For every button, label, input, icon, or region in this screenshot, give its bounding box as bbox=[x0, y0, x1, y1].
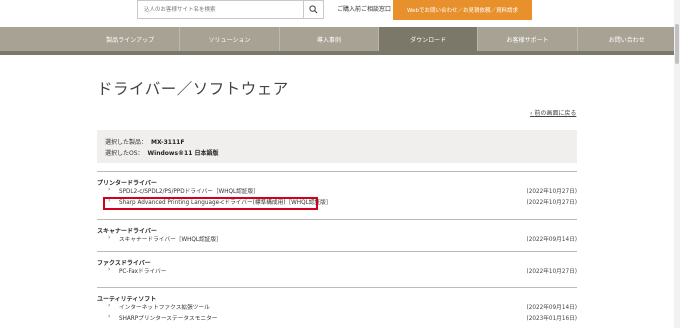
release-date: (2022年10月27日) bbox=[526, 269, 577, 275]
selected-os-value: Windows®11 日本語版 bbox=[147, 150, 219, 157]
nav-divider bbox=[0, 51, 680, 55]
selected-product-value: MX-3111F bbox=[151, 139, 185, 146]
search-button[interactable] bbox=[303, 1, 323, 18]
highlight-box bbox=[103, 197, 318, 210]
release-date: (2022年09月14日) bbox=[526, 305, 577, 311]
section-title: ユーティリティソフト bbox=[97, 287, 577, 303]
back-link[interactable]: ‹ 前の画面に戻る bbox=[530, 108, 576, 117]
nav-item-support[interactable]: お客様サポート bbox=[478, 27, 578, 51]
list-item[interactable]: › SHARPプリンターステータスモニター (2023年01月16日) bbox=[97, 312, 577, 323]
chevron-right-icon: › bbox=[108, 186, 111, 193]
nav-item-products[interactable]: 製品ラインアップ bbox=[81, 27, 181, 51]
inquiry-cta-button[interactable]: Webでお問い合わせ／お見積依頼／資料請求 bbox=[393, 0, 532, 20]
chevron-right-icon: › bbox=[108, 313, 111, 320]
chevron-right-icon: › bbox=[108, 234, 111, 241]
chevron-right-icon: › bbox=[108, 302, 111, 309]
back-link-label: 前の画面に戻る bbox=[534, 110, 577, 117]
search-input[interactable] bbox=[138, 1, 304, 18]
nav-left-strip bbox=[0, 27, 81, 51]
section-fax-drivers: ファクスドライバー › PC-Faxドライバー (2022年10月27日) bbox=[97, 251, 577, 276]
download-link[interactable]: SPDL2-c/SPDL2/PS/PPDドライバー［WHQL認証版］ bbox=[119, 186, 259, 195]
selected-os-row: 選択したOS： Windows®11 日本語版 bbox=[105, 148, 218, 157]
download-link[interactable]: インターネットファクス拡張ツール bbox=[119, 302, 210, 311]
search-icon bbox=[309, 5, 318, 14]
nav-item-case-studies[interactable]: 導入事例 bbox=[280, 27, 379, 51]
list-item[interactable]: › SPDL2-c/SPDL2/PS/PPDドライバー［WHQL認証版］ (20… bbox=[97, 185, 577, 196]
list-item[interactable]: › スキャナードライバー［WHQL認証版］ (2022年09月14日) bbox=[97, 233, 577, 244]
nav-item-download[interactable]: ダウンロード bbox=[378, 27, 479, 51]
list-item[interactable]: › PC-Faxドライバー (2022年10月27日) bbox=[97, 265, 577, 276]
main-nav: 製品ラインアップ ソリューション 導入事例 ダウンロード お客様サポート お問い… bbox=[81, 27, 676, 51]
download-link[interactable]: PC-Faxドライバー bbox=[119, 266, 166, 275]
section-scanner-drivers: スキャナードライバー › スキャナードライバー［WHQL認証版］ (2022年0… bbox=[97, 219, 577, 244]
purchase-consult-link[interactable]: ご購入前ご相談窓口 bbox=[337, 4, 391, 13]
selected-product-row: 選択した製品： MX-3111F bbox=[105, 137, 184, 146]
release-date: (2022年10月27日) bbox=[526, 189, 577, 195]
site-search bbox=[137, 0, 324, 19]
release-date: (2022年10月27日) bbox=[526, 200, 577, 206]
scroll-thumb[interactable] bbox=[675, 24, 679, 64]
list-item[interactable]: › インターネットファクス拡張ツール (2022年09月14日) bbox=[97, 301, 577, 312]
chevron-right-icon: › bbox=[108, 266, 111, 273]
download-link[interactable]: SHARPプリンターステータスモニター bbox=[119, 313, 218, 322]
section-title: ファクスドライバー bbox=[97, 251, 577, 267]
release-date: (2022年09月14日) bbox=[526, 237, 577, 243]
nav-item-solutions[interactable]: ソリューション bbox=[180, 27, 280, 51]
section-title: スキャナードライバー bbox=[97, 219, 577, 235]
page-title: ドライバー／ソフトウェア bbox=[97, 80, 289, 98]
top-bar: ご購入前ご相談窓口 Webでお問い合わせ／お見積依頼／資料請求 bbox=[0, 0, 680, 26]
release-date: (2023年01月16日) bbox=[526, 316, 577, 322]
page-scrollbar[interactable] bbox=[674, 0, 680, 328]
selected-product-box: 選択した製品： MX-3111F 選択したOS： Windows®11 日本語版 bbox=[97, 130, 577, 163]
selected-product-label: 選択した製品： bbox=[105, 139, 148, 146]
nav-item-contact[interactable]: お問い合わせ bbox=[578, 27, 676, 51]
section-utility-software: ユーティリティソフト › インターネットファクス拡張ツール (2022年09月1… bbox=[97, 287, 577, 323]
download-link[interactable]: スキャナードライバー［WHQL認証版］ bbox=[119, 234, 222, 243]
selected-os-label: 選択したOS： bbox=[105, 150, 144, 157]
section-title: プリンタードライバー bbox=[97, 171, 577, 187]
